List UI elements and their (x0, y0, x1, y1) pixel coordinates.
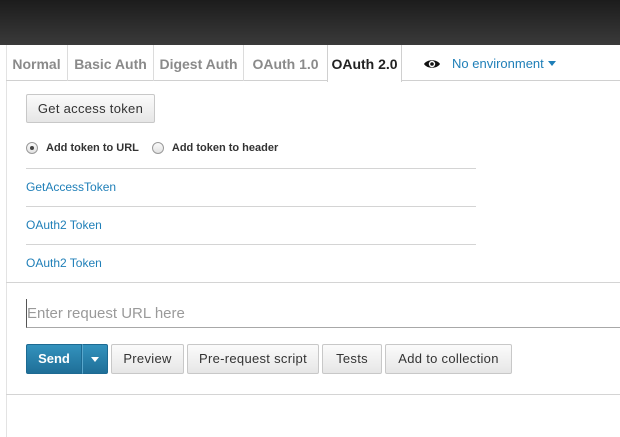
environment-selector[interactable]: No environment (423, 52, 556, 74)
preview-button[interactable]: Preview (111, 344, 184, 374)
divider (26, 244, 476, 245)
token-item-getaccesstoken[interactable]: GetAccessToken (26, 180, 116, 194)
send-button[interactable]: Send (26, 344, 82, 374)
environment-label: No environment (452, 55, 544, 71)
tests-button[interactable]: Tests (322, 344, 382, 374)
send-options-dropdown[interactable] (82, 344, 108, 374)
left-divider (6, 45, 7, 437)
section-divider (6, 282, 620, 283)
radio-add-token-header-label: Add token to header (171, 142, 279, 154)
token-placement-options: Add token to URL Add token to header (26, 140, 278, 156)
token-item-oauth2-token-2[interactable]: OAuth2 Token (26, 256, 102, 270)
tab-digest-auth[interactable]: Digest Auth (154, 45, 244, 81)
chevron-down-icon (547, 61, 556, 66)
add-to-collection-button[interactable]: Add to collection (385, 344, 512, 374)
divider (26, 206, 476, 207)
tab-oauth-2[interactable]: OAuth 2.0 (327, 45, 402, 82)
tab-normal[interactable]: Normal (6, 45, 68, 81)
app-header-bar (0, 0, 620, 45)
section-divider (6, 394, 620, 395)
radio-add-token-url-label: Add token to URL (46, 142, 139, 154)
tab-basic-auth[interactable]: Basic Auth (68, 45, 154, 81)
get-access-token-button[interactable]: Get access token (26, 94, 155, 123)
chevron-down-icon (91, 357, 99, 362)
pre-request-script-button[interactable]: Pre-request script (187, 344, 319, 374)
divider (26, 168, 476, 169)
request-url-input[interactable] (26, 299, 620, 328)
radio-add-token-header[interactable] (151, 142, 164, 154)
tab-oauth-1[interactable]: OAuth 1.0 (244, 45, 328, 81)
radio-add-token-url[interactable] (26, 142, 38, 154)
eye-icon (423, 57, 441, 69)
token-item-oauth2-token[interactable]: OAuth2 Token (26, 218, 102, 232)
